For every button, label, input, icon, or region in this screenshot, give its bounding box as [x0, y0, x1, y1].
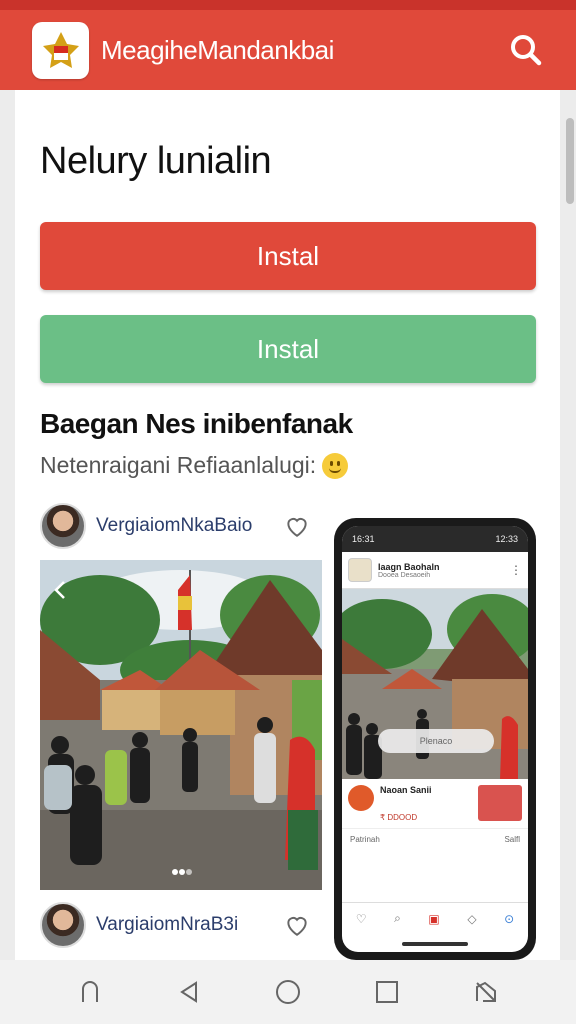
phone-product-thumb: [348, 785, 374, 811]
phone-app-title: Iaagn Baohaln: [378, 561, 440, 572]
nav-recent-button[interactable]: [367, 972, 407, 1012]
phone-overlay-button[interactable]: Plenaco: [378, 729, 494, 753]
phone-nav-heart-icon[interactable]: ♡: [356, 912, 367, 926]
scrollbar[interactable]: [566, 118, 574, 204]
phone-screen: 16:31 12:33 Iaagn Baohaln Dooea Desaoeih…: [342, 526, 528, 952]
phone-home-indicator: [402, 942, 468, 946]
phone-app-header: Iaagn Baohaln Dooea Desaoeih ⋮: [342, 552, 528, 589]
phone-footer-right: Salfl: [504, 835, 520, 844]
nav-menu-button[interactable]: [466, 972, 506, 1012]
phone-bottom-nav: ♡ ⌕ ▣ ◇ ⊙: [342, 902, 528, 934]
phone-card-footer: Patrinah Salfl: [342, 829, 528, 850]
post-username[interactable]: VergiaiomNkaBaio: [96, 515, 284, 537]
garuda-emblem-icon: [42, 32, 79, 68]
system-nav-bar: [0, 960, 576, 1024]
nav-home-button[interactable]: [70, 972, 110, 1012]
phone-app-subtitle: Dooea Desaoeih: [378, 571, 431, 579]
section-subtitle-text: Netenraigani Refiaanlalugi:: [40, 452, 317, 478]
recent-icon: [376, 981, 399, 1003]
status-bar: [0, 0, 576, 10]
phone-card-price: ₹ DDOOD: [380, 813, 418, 822]
avatar[interactable]: [40, 503, 86, 549]
post-header: VergiaiomNkaBaio: [40, 503, 310, 549]
phone-status-bar: 16:31 12:33: [342, 526, 528, 552]
phone-post-image: Plenaco: [342, 589, 528, 779]
back-icon: [179, 981, 197, 1003]
village-scene-image: [40, 560, 322, 890]
heart-icon[interactable]: [284, 912, 310, 938]
section-subtitle: Netenraigani Refiaanlalugi:: [40, 452, 349, 479]
avatar[interactable]: [40, 902, 86, 948]
phone-status-time: 16:31: [352, 534, 375, 544]
phone-nav-like-icon[interactable]: ◇: [467, 912, 476, 926]
phone-app-logo: [348, 558, 372, 582]
post-username[interactable]: VargiaiomNraB3i: [96, 914, 284, 936]
search-icon: [511, 35, 542, 66]
phone-mockup: 16:31 12:33 Iaagn Baohaln Dooea Desaoeih…: [334, 518, 536, 960]
post-header: VargiaiomNraB3i: [40, 902, 310, 948]
home-arch-icon: [81, 981, 98, 1002]
more-options-icon[interactable]: ⋮: [510, 563, 522, 577]
phone-card-image: [478, 785, 522, 821]
phone-nav-search-icon[interactable]: ⌕: [394, 911, 401, 926]
phone-nav-add-icon[interactable]: ▣: [428, 912, 439, 926]
install-button-secondary[interactable]: Instal: [40, 315, 536, 383]
phone-status-right: 12:33: [495, 534, 518, 544]
install-button-primary[interactable]: Instal: [40, 222, 536, 290]
app-bar: MeagiheMandankbai: [0, 10, 576, 90]
phone-nav-profile-icon[interactable]: ⊙: [504, 912, 514, 926]
smile-emoji-icon: [322, 452, 349, 479]
post-image[interactable]: [40, 560, 322, 890]
nav-back-button[interactable]: [169, 972, 209, 1012]
app-logo[interactable]: [32, 21, 89, 79]
phone-footer-left: Patrinah: [350, 835, 380, 844]
page-title: Nelury lunialin: [40, 140, 272, 182]
heart-icon[interactable]: [284, 513, 310, 539]
menu-icon: [476, 981, 497, 1002]
section-title: Baegan Nes inibenfanak: [40, 408, 353, 439]
app-title: MeagiheMandankbai: [101, 34, 334, 65]
nav-circle-button[interactable]: [268, 972, 308, 1012]
search-button[interactable]: [506, 30, 546, 70]
phone-card-title: Naoan Sanii: [380, 785, 432, 795]
home-icon: [275, 980, 300, 1004]
phone-product-card[interactable]: Naoan Sanii ₹ DDOOD: [342, 779, 528, 829]
